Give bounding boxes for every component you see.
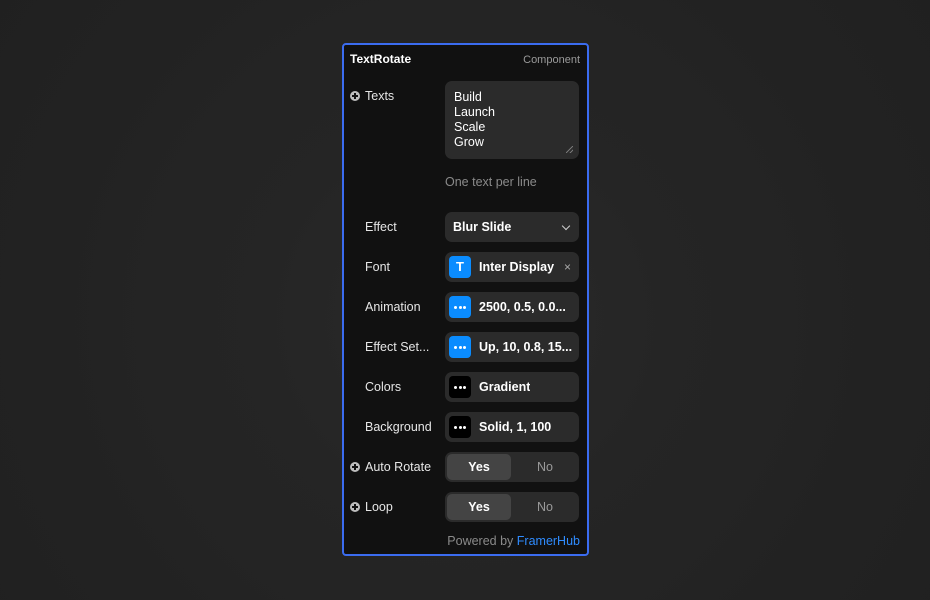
more-dots-icon (449, 336, 471, 358)
texts-line: Build (454, 90, 482, 104)
plus-circle-icon[interactable] (350, 462, 360, 472)
effect-row: Effect Blur Slide (344, 212, 587, 242)
effect-settings-control[interactable]: Up, 10, 0.8, 15... (445, 332, 579, 362)
effect-value: Blur Slide (453, 220, 512, 234)
colors-value: Gradient (479, 380, 531, 394)
background-control[interactable]: Solid, 1, 100 (445, 412, 579, 442)
plus-circle-icon[interactable] (350, 502, 360, 512)
texts-textarea[interactable]: Build Launch Scale Grow (445, 81, 579, 159)
panel-title: TextRotate (350, 52, 412, 66)
auto-rotate-yes-option[interactable]: Yes (447, 454, 511, 480)
animation-control[interactable]: 2500, 0.5, 0.0... (445, 292, 579, 322)
more-dots-icon (449, 376, 471, 398)
effect-settings-value: Up, 10, 0.8, 15... (479, 340, 573, 354)
auto-rotate-no-option[interactable]: No (513, 454, 577, 480)
colors-label: Colors (365, 380, 402, 394)
texts-line: Grow (454, 135, 484, 149)
loop-no-option[interactable]: No (513, 494, 577, 520)
background-value: Solid, 1, 100 (479, 420, 552, 434)
colors-control[interactable]: Gradient (445, 372, 579, 402)
animation-label: Animation (365, 300, 421, 314)
effect-select[interactable]: Blur Slide (445, 212, 579, 242)
texts-line: Launch (454, 105, 496, 119)
loop-row: Loop Yes No (344, 492, 587, 522)
more-dots-icon (449, 416, 471, 438)
auto-rotate-label: Auto Rotate (365, 460, 432, 474)
auto-rotate-row: Auto Rotate Yes No (344, 452, 587, 482)
plus-circle-icon[interactable] (350, 91, 360, 101)
panel-footer: Powered by FramerHub (447, 534, 580, 548)
font-value: Inter Display (479, 260, 555, 274)
footer-prefix: Powered by (447, 534, 514, 548)
effect-label: Effect (365, 220, 397, 234)
effect-settings-label: Effect Set... (365, 340, 430, 354)
animation-value: 2500, 0.5, 0.0... (479, 300, 566, 314)
texts-hint: One text per line (445, 175, 537, 189)
type-icon: T (449, 256, 471, 278)
colors-row: Colors Gradient (344, 372, 587, 402)
font-row: Font T Inter Display × (344, 252, 587, 282)
properties-panel: TextRotate Component Texts Build Launch … (342, 43, 589, 556)
font-picker[interactable]: T Inter Display × (445, 252, 579, 282)
resize-handle-icon[interactable] (566, 146, 573, 153)
background-row: Background Solid, 1, 100 (344, 412, 587, 442)
background-label: Background (365, 420, 432, 434)
texts-label: Texts (365, 89, 395, 103)
close-icon[interactable]: × (564, 252, 571, 282)
loop-label: Loop (365, 500, 393, 514)
panel-kind: Component (523, 54, 580, 66)
loop-yes-option[interactable]: Yes (447, 494, 511, 520)
auto-rotate-toggle: Yes No (445, 452, 579, 482)
loop-toggle: Yes No (445, 492, 579, 522)
texts-line: Scale (454, 120, 486, 134)
animation-row: Animation 2500, 0.5, 0.0... (344, 292, 587, 322)
font-label: Font (365, 260, 391, 274)
panel-header: TextRotate Component (350, 52, 580, 68)
chevron-down-icon (561, 221, 571, 231)
more-dots-icon (449, 296, 471, 318)
framerhub-link[interactable]: FramerHub (517, 534, 580, 548)
effect-settings-row: Effect Set... Up, 10, 0.8, 15... (344, 332, 587, 362)
